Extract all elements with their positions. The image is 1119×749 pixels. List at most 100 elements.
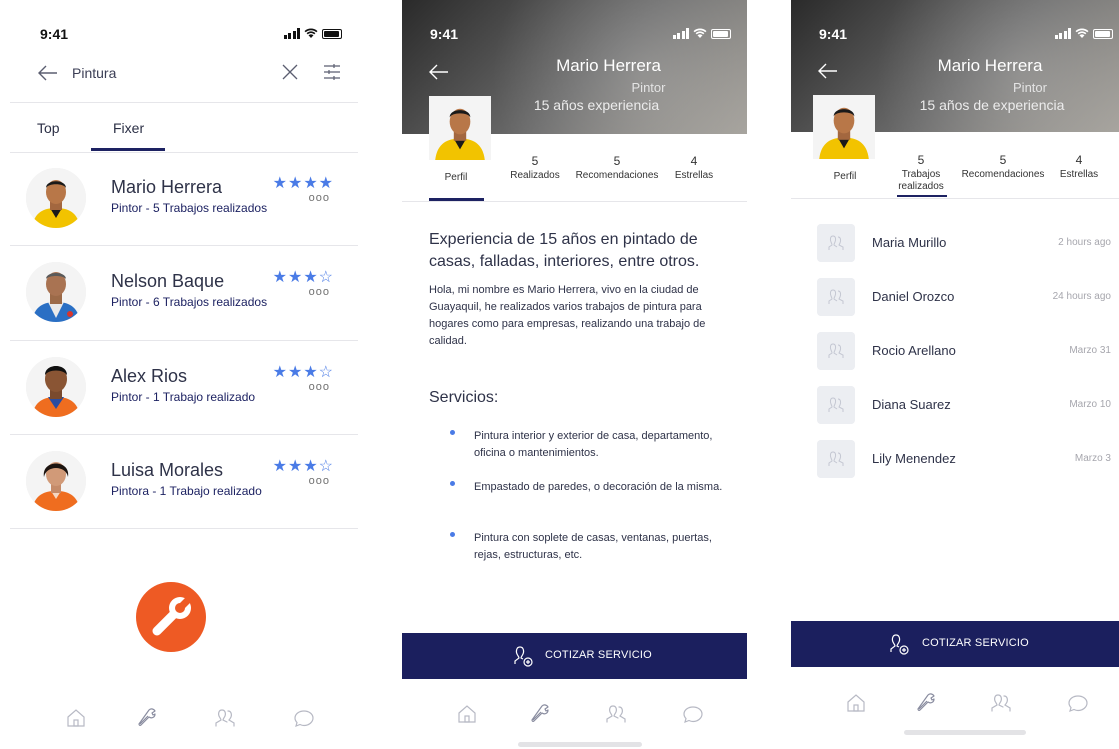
profile-experience: 15 años de experiencia	[919, 97, 1065, 113]
status-bar: 9:41	[791, 26, 1119, 44]
wrench-icon[interactable]	[914, 690, 938, 714]
worker-name: Nelson Baque	[111, 271, 225, 291]
worker-card[interactable]: Mario Herrera Pintor - 5 Trabajos realiz…	[10, 152, 358, 247]
stat-label: Estrellas	[1059, 169, 1099, 180]
rating-stars: ★★★☆	[272, 458, 334, 475]
tab-top[interactable]: Top	[37, 120, 60, 136]
list-item[interactable]: Rocio Arellano Marzo 31	[791, 330, 1119, 374]
stat-label: Realizados	[510, 170, 560, 181]
search-bar: Pintura	[10, 58, 358, 88]
stat-label: Recomendaciones	[575, 170, 659, 181]
reviewer-name: Lily Menendez	[872, 451, 956, 466]
people-icon[interactable]	[604, 702, 628, 726]
cotizar-servicio-button[interactable]: COTIZAR SERVICIO	[402, 633, 747, 679]
worker-subtitle: Pintor - 5 Trabajos realizados	[111, 201, 268, 215]
search-input[interactable]: Pintura	[72, 65, 116, 81]
bottom-tab-bar	[10, 700, 358, 740]
people-icon[interactable]	[989, 691, 1013, 715]
more-options-icon[interactable]: ooo	[309, 192, 330, 204]
worker-subtitle: Pintor - 6 Trabajos realizados	[111, 295, 268, 309]
about-title: Experiencia de 15 años en pintado de cas…	[429, 231, 700, 270]
more-options-icon[interactable]: ooo	[309, 475, 330, 487]
divider	[791, 198, 1119, 199]
user-avatar-icon	[817, 386, 855, 424]
list-item[interactable]: Diana Suarez Marzo 10	[791, 384, 1119, 428]
stat-recomendaciones[interactable]: 5 Recomendaciones	[570, 154, 664, 182]
avatar	[26, 168, 86, 228]
tab-perfil[interactable]: Perfil	[429, 170, 483, 184]
service-item: Empastado de paredes, o decoración de la…	[474, 481, 723, 493]
avatar	[26, 357, 86, 417]
stat-trabajos-realizados[interactable]: 5 Trabajos realizados	[889, 153, 953, 193]
wifi-icon	[693, 28, 707, 38]
status-icons	[1054, 28, 1113, 39]
status-time: 9:41	[430, 26, 459, 42]
cotizar-servicio-button[interactable]: COTIZAR SERVICIO	[791, 621, 1119, 667]
status-bar: 9:41	[10, 26, 358, 44]
back-arrow-icon[interactable]	[817, 62, 839, 80]
more-options-icon[interactable]: ooo	[309, 381, 330, 393]
stat-number: 4	[690, 154, 698, 168]
worker-subtitle: Pintor - 1 Trabajo realizado	[111, 390, 256, 404]
battery-icon	[711, 29, 731, 39]
stat-number: 5	[613, 154, 621, 168]
services-title: Servicios:	[429, 389, 499, 406]
bottom-tab-bar	[791, 685, 1119, 725]
quote-person-icon	[890, 634, 909, 655]
filter-icon[interactable]	[322, 62, 342, 82]
list-item[interactable]: Daniel Orozco 24 hours ago	[791, 276, 1119, 320]
fixer-logo-button[interactable]	[135, 581, 207, 653]
search-screen: 9:41 Pintura Top Fixer Mario Herrera Pin…	[10, 0, 358, 749]
chat-icon[interactable]	[1066, 691, 1090, 715]
profile-photo	[429, 96, 491, 160]
reviewer-name: Daniel Orozco	[872, 289, 955, 304]
list-item[interactable]: Lily Menendez Marzo 3	[791, 438, 1119, 482]
chat-icon[interactable]	[681, 702, 705, 726]
stat-number: 5	[917, 153, 925, 167]
tab-perfil[interactable]: Perfil	[815, 169, 875, 183]
rating-stars: ★★★☆	[272, 269, 334, 286]
worker-card[interactable]: Alex Rios Pintor - 1 Trabajo realizado ★…	[10, 341, 358, 436]
divider	[402, 201, 747, 202]
user-avatar-icon	[817, 278, 855, 316]
stat-label: Perfil	[444, 172, 468, 183]
stat-realizados[interactable]: 5 Realizados	[502, 154, 568, 182]
tab-fixer[interactable]: Fixer	[113, 120, 144, 136]
back-arrow-icon[interactable]	[428, 63, 450, 81]
reviews-screen: 9:41 Mario Herrera Pintor 15 años de exp…	[791, 0, 1119, 749]
stat-estrellas[interactable]: 4 Estrellas	[1053, 153, 1105, 181]
cta-label: COTIZAR SERVICIO	[545, 649, 652, 661]
status-bar: 9:41	[402, 26, 747, 44]
worker-card[interactable]: Luisa Morales Pintora - 1 Trabajo realiz…	[10, 435, 358, 530]
people-icon[interactable]	[213, 706, 237, 730]
quote-person-icon	[514, 646, 533, 667]
stat-recomendaciones[interactable]: 5 Recomendaciones	[955, 153, 1051, 181]
service-item: Pintura con soplete de casas, ventanas, …	[474, 532, 712, 561]
bullet-icon	[450, 532, 455, 537]
chat-icon[interactable]	[292, 706, 316, 730]
back-arrow-icon[interactable]	[37, 64, 59, 82]
divider	[10, 102, 358, 103]
close-icon[interactable]	[280, 62, 300, 82]
tab-active-indicator	[897, 195, 947, 197]
worker-name: Alex Rios	[111, 366, 188, 386]
reviewer-name: Diana Suarez	[872, 397, 951, 412]
service-item: Pintura interior y exterior de casa, dep…	[474, 430, 713, 459]
bullet-icon	[450, 430, 455, 435]
review-time: 2 hours ago	[1058, 237, 1111, 248]
worker-name: Luisa Morales	[111, 460, 224, 480]
battery-icon	[1093, 29, 1113, 39]
worker-subtitle: Pintora - 1 Trabajo realizado	[111, 484, 262, 498]
home-icon[interactable]	[844, 691, 868, 715]
user-avatar-icon	[817, 332, 855, 370]
list-item[interactable]: Maria Murillo 2 hours ago	[791, 222, 1119, 266]
stat-estrellas[interactable]: 4 Estrellas	[668, 154, 720, 182]
bullet-icon	[450, 481, 455, 486]
wrench-icon[interactable]	[135, 705, 159, 729]
more-options-icon[interactable]: ooo	[309, 286, 330, 298]
wrench-icon[interactable]	[528, 701, 552, 725]
worker-card[interactable]: Nelson Baque Pintor - 6 Trabajos realiza…	[10, 246, 358, 341]
profile-role: Pintor	[1013, 80, 1047, 95]
home-icon[interactable]	[64, 706, 88, 730]
home-icon[interactable]	[455, 702, 479, 726]
